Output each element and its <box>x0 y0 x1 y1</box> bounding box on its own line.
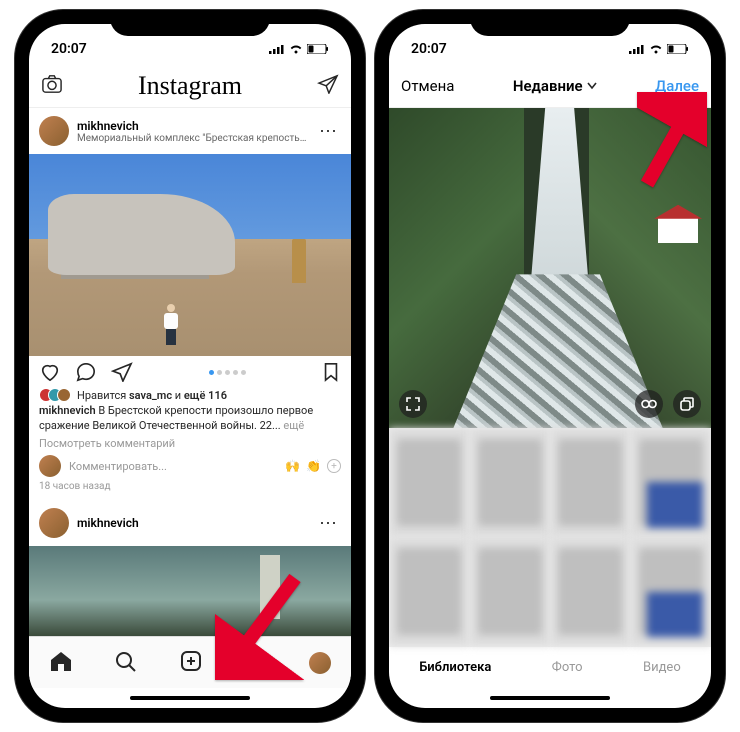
emoji-hands[interactable]: 🙌 <box>285 459 300 473</box>
liker-avatars <box>39 388 71 402</box>
grid-thumbnail[interactable] <box>470 538 550 647</box>
caption-username[interactable]: mikhnevich <box>39 404 96 417</box>
caption-more[interactable]: ещё <box>283 419 304 432</box>
post-header[interactable]: mikhnevich Мемориальный комплекс "Брестс… <box>29 108 351 154</box>
carousel-dots <box>147 370 307 375</box>
picker-tabs: Библиотека Фото Видео <box>389 646 711 688</box>
wifi-icon <box>649 44 663 54</box>
status-indicators <box>629 44 689 54</box>
post-more-icon[interactable]: ⋯ <box>315 121 341 142</box>
select-multiple-icon[interactable] <box>673 390 701 418</box>
like-icon[interactable] <box>39 362 61 382</box>
tab-photo[interactable]: Фото <box>552 660 583 675</box>
battery-icon <box>667 44 689 54</box>
grid-thumbnail[interactable] <box>551 428 631 537</box>
view-comments-link[interactable]: Посмотреть комментарий <box>39 437 341 450</box>
feed: mikhnevich Мемориальный комплекс "Брестс… <box>29 108 351 636</box>
home-indicator[interactable] <box>29 688 351 708</box>
avatar[interactable] <box>39 116 69 146</box>
annotation-arrow-next <box>637 92 707 192</box>
direct-message-icon[interactable] <box>317 74 339 98</box>
status-indicators <box>269 44 329 54</box>
grid-thumbnail[interactable] <box>389 428 469 537</box>
chevron-down-icon <box>587 82 597 90</box>
post-more-icon[interactable]: ⋯ <box>315 513 341 534</box>
battery-icon <box>307 44 329 54</box>
self-avatar <box>39 455 61 477</box>
notch <box>110 10 270 36</box>
emoji-more-icon[interactable]: + <box>327 459 341 473</box>
preview-controls <box>399 390 701 418</box>
likes-text: Нравится sava_mc и ещё 116 <box>77 389 227 402</box>
post-caption: mikhnevich В Брестской крепости произошл… <box>39 404 341 434</box>
avatar[interactable] <box>39 508 69 538</box>
tab-video[interactable]: Видео <box>643 660 681 675</box>
camera-icon[interactable] <box>41 74 63 98</box>
signal-icon <box>629 44 645 54</box>
app-header: Instagram <box>29 64 351 108</box>
nav-search-icon[interactable] <box>114 650 138 676</box>
grid-thumbnail[interactable] <box>551 538 631 647</box>
phone-frame-right: 20:07 Отмена Недавние Далее <box>375 10 725 722</box>
post-image[interactable] <box>29 154 351 356</box>
grid-thumbnail[interactable] <box>470 428 550 537</box>
album-dropdown[interactable]: Недавние <box>513 77 597 95</box>
post-body: Нравится sava_mc и ещё 116 mikhnevich В … <box>29 388 351 492</box>
signal-icon <box>269 44 285 54</box>
boomerang-icon[interactable] <box>635 390 663 418</box>
app-logo[interactable]: Instagram <box>138 71 242 101</box>
post-timestamp: 18 часов назад <box>39 481 341 492</box>
cancel-button[interactable]: Отмена <box>401 77 454 95</box>
expand-crop-icon[interactable] <box>399 390 427 418</box>
bookmark-icon[interactable] <box>321 362 341 382</box>
home-indicator[interactable] <box>389 688 711 708</box>
add-comment-row[interactable]: Комментировать... 🙌 👏 + <box>39 455 341 477</box>
grid-thumbnail[interactable] <box>389 538 469 647</box>
post-header[interactable]: mikhnevich ⋯ <box>29 500 351 546</box>
grid-thumbnail[interactable] <box>631 538 711 647</box>
photo-grid <box>389 428 711 646</box>
post-username[interactable]: mikhnevich <box>77 119 307 133</box>
album-title: Недавние <box>513 77 583 95</box>
post-actions <box>29 356 351 388</box>
grid-thumbnail[interactable] <box>631 428 711 537</box>
status-time: 20:07 <box>411 41 447 57</box>
notch <box>470 10 630 36</box>
annotation-arrow-add <box>215 570 305 680</box>
post-location[interactable]: Мемориальный комплекс "Брестская крепост… <box>77 133 307 144</box>
comment-icon[interactable] <box>75 362 97 382</box>
post-username[interactable]: mikhnevich <box>77 516 307 530</box>
comment-placeholder[interactable]: Комментировать... <box>69 460 277 473</box>
wifi-icon <box>289 44 303 54</box>
status-time: 20:07 <box>51 41 87 57</box>
post-meta: mikhnevich Мемориальный комплекс "Брестс… <box>77 119 307 144</box>
nav-home-icon[interactable] <box>49 650 73 676</box>
phone-frame-left: 20:07 Instagram mikhnevich Мемор <box>15 10 365 722</box>
tab-library[interactable]: Библиотека <box>419 660 491 675</box>
likes-row[interactable]: Нравится sava_mc и ещё 116 <box>39 388 341 402</box>
quick-emoji: 🙌 👏 + <box>285 459 341 473</box>
emoji-clap[interactable]: 👏 <box>306 459 321 473</box>
share-icon[interactable] <box>111 362 133 382</box>
nav-add-post-icon[interactable] <box>179 650 203 676</box>
nav-profile-avatar[interactable] <box>309 652 331 674</box>
